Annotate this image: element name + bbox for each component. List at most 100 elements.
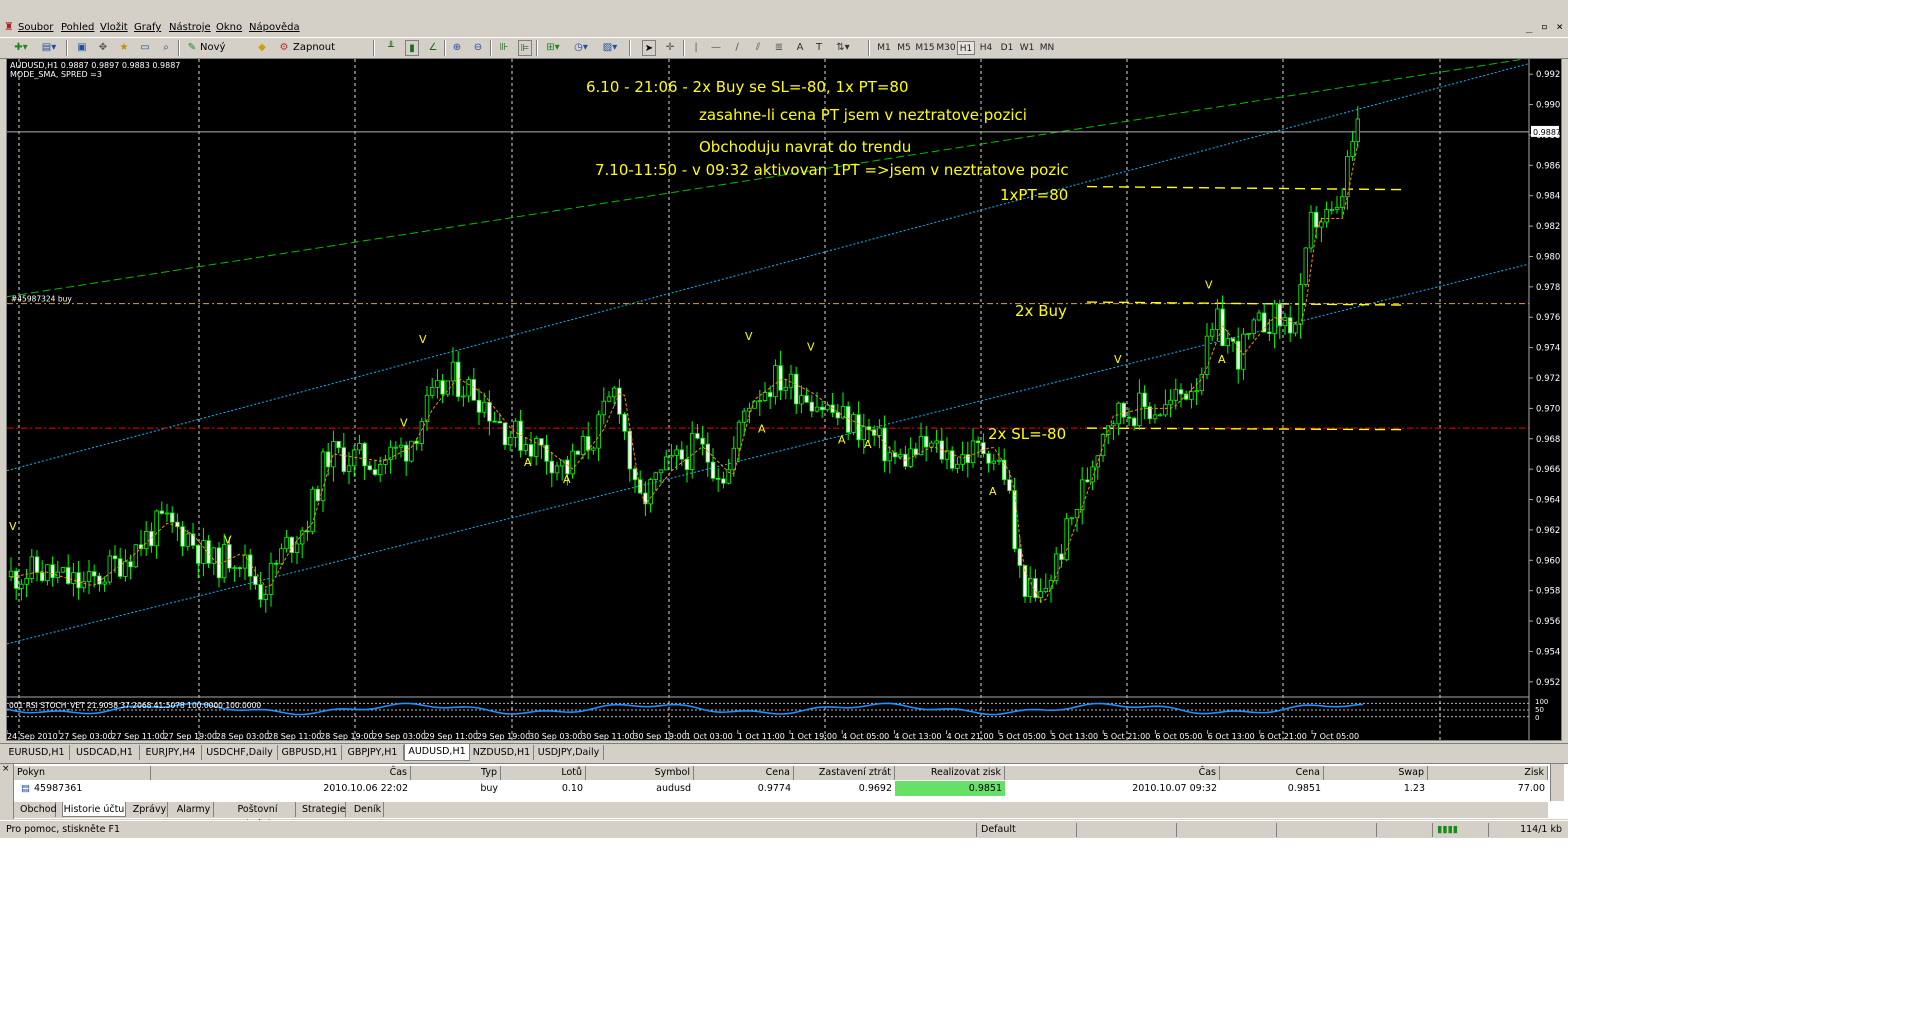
candle bbox=[575, 450, 580, 455]
column-header[interactable]: Realizovat zisk bbox=[895, 766, 1005, 780]
channel-icon[interactable]: ⫽ bbox=[751, 40, 765, 56]
menu-help[interactable]: Nápověda bbox=[249, 21, 300, 35]
indicators-icon[interactable]: ⊞▾ bbox=[542, 40, 564, 56]
menu-charts[interactable]: Grafy bbox=[134, 21, 161, 35]
column-header[interactable]: Čas bbox=[1005, 766, 1220, 780]
chart-tab[interactable]: NZDUSD,H1 bbox=[470, 745, 534, 760]
chart-tab[interactable]: EURJPY,H4 bbox=[140, 745, 202, 760]
cursor-icon[interactable]: ➤ bbox=[642, 40, 656, 56]
candle bbox=[133, 544, 138, 568]
timeframe-m5[interactable]: M5 bbox=[895, 41, 913, 55]
chart-canvas[interactable]: VVVVVVVVAAAAAAA 0.99250.99050.98850.9865… bbox=[7, 59, 1561, 740]
time-tick-label: 28 Sep 19:00 bbox=[320, 732, 373, 740]
terminal-tab[interactable]: Obchod bbox=[20, 802, 57, 817]
new-order-button[interactable]: Nový pokyn bbox=[200, 40, 252, 69]
line-chart-icon[interactable]: ∠ bbox=[426, 40, 440, 56]
chart-tab[interactable]: USDJPY,Daily bbox=[534, 745, 604, 760]
chart-shift-icon[interactable]: ⊪ bbox=[497, 40, 511, 56]
periods-icon[interactable]: ◷▾ bbox=[570, 40, 592, 56]
horizontal-line-icon[interactable]: — bbox=[709, 40, 723, 56]
fractal-down: A bbox=[758, 423, 766, 436]
crosshair-icon[interactable]: ✛ bbox=[663, 40, 677, 56]
column-header[interactable]: Pokyn bbox=[14, 766, 151, 780]
text-label-icon[interactable]: T bbox=[812, 40, 826, 56]
column-header[interactable]: Zisk bbox=[1428, 766, 1548, 780]
chart-tab[interactable]: EURUSD,H1 bbox=[4, 745, 70, 760]
menu-view[interactable]: Pohled bbox=[61, 21, 94, 35]
terminal-tab[interactable]: Historie účtu bbox=[62, 802, 126, 817]
app-icon[interactable]: ♜ bbox=[4, 21, 14, 33]
window-controls[interactable]: _ ▫ × bbox=[1526, 21, 1564, 35]
timeframe-m15[interactable]: M15 bbox=[914, 41, 936, 55]
timeframe-m1[interactable]: M1 bbox=[875, 41, 893, 55]
candlestick-icon[interactable]: ▮ bbox=[405, 40, 419, 56]
chart-tab[interactable]: GBPUSD,H1 bbox=[278, 745, 342, 760]
menu-insert[interactable]: Vložit bbox=[100, 21, 128, 35]
timeframe-mn[interactable]: MN bbox=[1037, 41, 1057, 55]
terminal-icon[interactable]: ▭ bbox=[137, 40, 153, 56]
timeframe-w1[interactable]: W1 bbox=[1018, 41, 1036, 55]
favorites-icon[interactable]: ★ bbox=[116, 40, 132, 56]
chart-tab[interactable]: USDCAD,H1 bbox=[70, 745, 140, 760]
time-tick-label: 6 Oct 05:00 bbox=[1155, 732, 1202, 740]
timeframe-d1[interactable]: D1 bbox=[998, 41, 1016, 55]
chart-tab[interactable]: USDCHF,Daily bbox=[202, 745, 278, 760]
market-watch-icon[interactable]: ▣ bbox=[74, 40, 90, 56]
menu-tools[interactable]: Nástroje bbox=[169, 21, 211, 35]
meta-editor-icon[interactable]: ◆ bbox=[255, 40, 269, 56]
terminal-tab[interactable]: Zprávy bbox=[132, 802, 168, 817]
profiles-icon[interactable]: ▤▾ bbox=[38, 40, 60, 56]
fractal-up: V bbox=[419, 333, 427, 346]
terminal-tab[interactable]: Deník bbox=[352, 802, 384, 817]
bar-chart-icon[interactable]: ╨ bbox=[384, 40, 398, 56]
tester-icon[interactable]: ⌕ bbox=[158, 40, 174, 56]
column-header[interactable]: Symbol bbox=[586, 766, 694, 780]
column-header[interactable]: Lotů bbox=[501, 766, 586, 780]
terminal-tab[interactable]: Poštovní schránka bbox=[220, 802, 296, 830]
enable-strategy-button[interactable]: Zapnout strategie bbox=[293, 40, 369, 69]
indicator-tick-label: 100 bbox=[1535, 698, 1548, 706]
timeframe-m30[interactable]: M30 bbox=[935, 41, 957, 55]
candle bbox=[310, 486, 315, 535]
terminal-side-bar: × bbox=[0, 764, 14, 819]
timeframe-h4[interactable]: H4 bbox=[977, 41, 995, 55]
terminal-tab[interactable]: Strategie bbox=[302, 802, 346, 817]
column-header[interactable]: Čas bbox=[151, 766, 411, 780]
text-icon[interactable]: A bbox=[793, 40, 807, 56]
menu-window[interactable]: Okno bbox=[216, 21, 242, 35]
close-icon[interactable]: × bbox=[2, 764, 10, 774]
column-header[interactable]: Cena bbox=[694, 766, 794, 780]
chart-tab[interactable]: GBPJPY,H1 bbox=[342, 745, 404, 760]
column-header[interactable]: Swap bbox=[1324, 766, 1428, 780]
time-tick-label: 1 Oct 19:00 bbox=[790, 732, 837, 740]
column-header[interactable]: Cena bbox=[1220, 766, 1324, 780]
strategy-icon[interactable]: ⚙ bbox=[276, 40, 292, 56]
zoom-out-icon[interactable]: ⊖ bbox=[471, 40, 485, 56]
trendline-icon[interactable]: ∕ bbox=[730, 40, 744, 56]
arrows-icon[interactable]: ⇅▾ bbox=[832, 40, 854, 56]
price-tick-label: 0.9525 bbox=[1536, 678, 1561, 688]
indicator-info-line: MODE_SMA, SPRED =3 bbox=[10, 70, 102, 79]
templates-icon[interactable]: ▨▾ bbox=[599, 40, 621, 56]
time-tick-label: 30 Sep 11:00 bbox=[581, 732, 634, 740]
annotation-line-2: zasahne-li cena PT jsem v neztratove poz… bbox=[699, 106, 1027, 124]
new-order-icon[interactable]: ✎ bbox=[184, 40, 200, 56]
timeframe-h1[interactable]: H1 bbox=[957, 41, 975, 55]
zoom-in-icon[interactable]: ⊕ bbox=[450, 40, 464, 56]
terminal-tab[interactable]: Alarmy bbox=[174, 802, 214, 817]
terminal-scrollbar[interactable] bbox=[1550, 764, 1564, 801]
price-chart[interactable]: VVVVVVVVAAAAAAA 0.99250.99050.98850.9865… bbox=[6, 58, 1562, 741]
table-row[interactable]: 45987361 2010.10.06 22:02 buy 0.10 audusd 0.9… bbox=[14, 781, 1548, 796]
chart-tab[interactable]: AUDUSD,H1 bbox=[404, 744, 470, 761]
autoscroll-icon[interactable]: ⊫ bbox=[518, 40, 532, 56]
column-header[interactable]: Zastavení ztrát bbox=[794, 766, 895, 780]
new-chart-icon[interactable]: ✚▾ bbox=[10, 40, 32, 56]
fractal-down: A bbox=[1218, 353, 1226, 366]
navigator-icon[interactable]: ✥ bbox=[95, 40, 111, 56]
connection-icon[interactable]: ▮▮▮▮ bbox=[1432, 823, 1488, 837]
column-header[interactable]: Typ bbox=[411, 766, 501, 780]
menu-file[interactable]: Soubor bbox=[18, 21, 53, 35]
fibonacci-icon[interactable]: ≣ bbox=[772, 40, 786, 56]
vertical-line-icon[interactable]: | bbox=[690, 40, 702, 56]
fractal-up: V bbox=[807, 341, 815, 354]
